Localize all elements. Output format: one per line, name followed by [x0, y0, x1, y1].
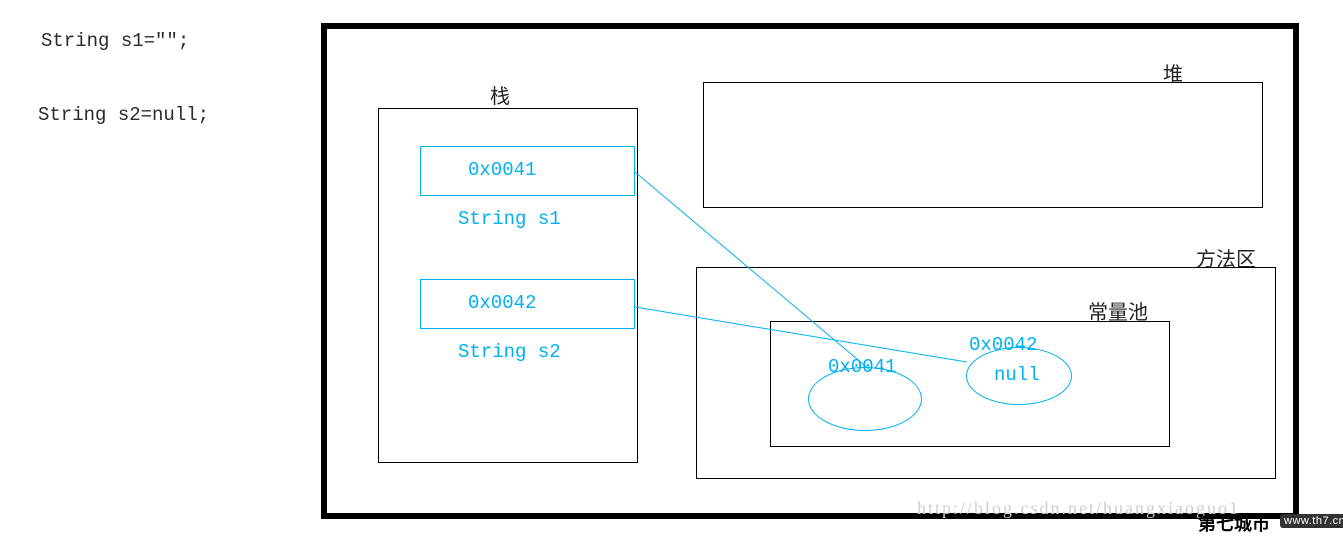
const-entry-0x0042-value: null — [994, 364, 1040, 386]
heap-box — [703, 82, 1263, 208]
code-line-s1: String s1=""; — [41, 30, 189, 52]
stack-slot-s2-addr: 0x0042 — [468, 292, 536, 314]
watermark-site-url: www.th7.cn — [1280, 514, 1343, 528]
stack-title: 栈 — [490, 80, 510, 109]
const-entry-0x0041-addr: 0x0041 — [828, 356, 896, 378]
stack-slot-s1-label: String s1 — [458, 208, 561, 230]
watermark-blog-url: http://blog.csdn.net/huangxiaoguo1 — [917, 498, 1240, 519]
watermark-site-cn: 第七城市 — [1198, 510, 1270, 536]
stack-slot-s1-addr: 0x0041 — [468, 159, 536, 181]
stack-slot-s2-label: String s2 — [458, 341, 561, 363]
code-line-s2: String s2=null; — [38, 104, 209, 126]
const-entry-0x0042-addr: 0x0042 — [969, 334, 1037, 356]
